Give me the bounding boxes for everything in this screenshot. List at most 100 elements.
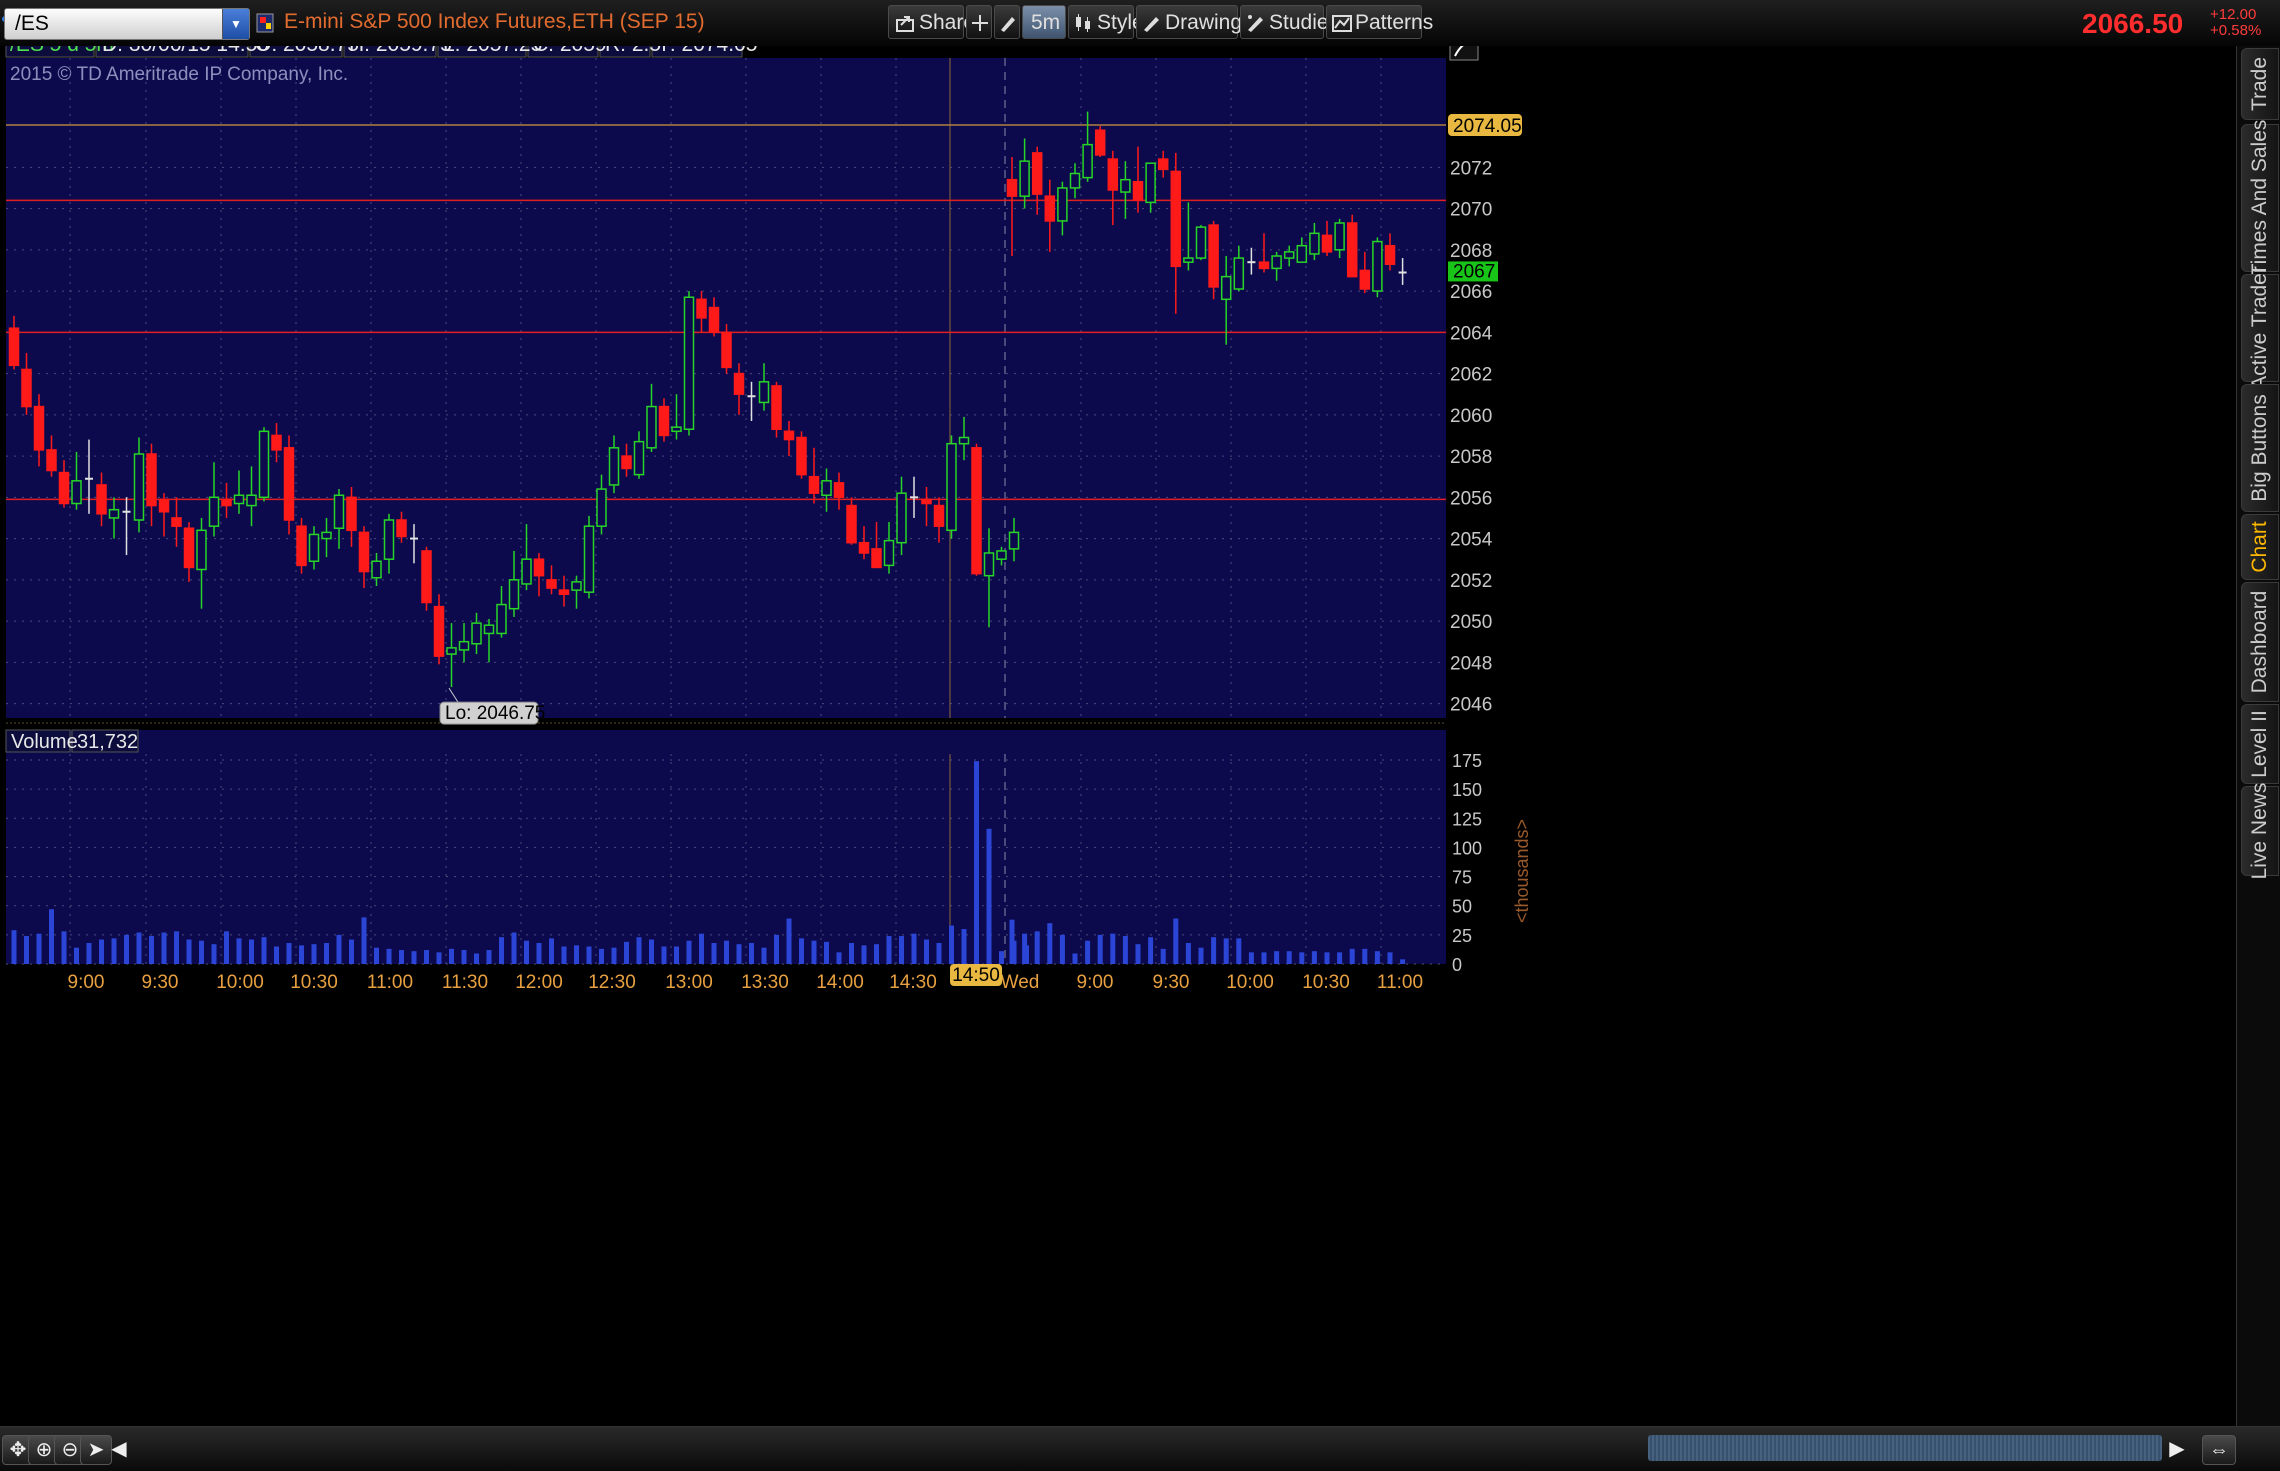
price-tick-label: 2068 <box>1450 241 1492 262</box>
candle-body-up <box>758 381 770 404</box>
candle-body-down <box>396 519 407 538</box>
candle-body-up <box>133 453 145 521</box>
scroll-left-button[interactable]: ◀ <box>108 1435 130 1463</box>
chart-area[interactable]: 2046 2048 2050 2052 2054 2056 2058 2060 2062 2064… <box>0 46 2236 1426</box>
volume-bar <box>461 950 467 964</box>
volume-bar <box>649 939 654 964</box>
studies-button[interactable]: Studies <box>1240 5 1339 39</box>
volume-bar <box>211 944 217 964</box>
candle-body-down <box>146 453 157 507</box>
candle-body-up <box>1220 275 1232 301</box>
time-tick-label: 12:30 <box>588 972 636 993</box>
candle-body-down <box>558 589 570 595</box>
volume-bar <box>1047 923 1053 964</box>
candle-body-down <box>1346 222 1358 278</box>
volume-bar <box>974 761 979 964</box>
tab-trade[interactable]: Trade <box>2241 48 2279 120</box>
candle-body-down <box>433 605 445 657</box>
candle-body-down <box>1170 170 1182 268</box>
candle-body-up <box>596 488 607 527</box>
move-icon: ✥ <box>9 1439 27 1461</box>
volume-bar <box>1236 938 1242 964</box>
tab-times-and-sales[interactable]: Times And Sales <box>2241 120 2279 276</box>
style-button[interactable]: Style <box>1068 5 1144 39</box>
candle-body-down <box>971 447 982 575</box>
crosshair-tool-button[interactable] <box>966 5 992 39</box>
volume-bar <box>324 943 329 964</box>
time-tick-label: 9:00 <box>1077 972 1114 993</box>
horizontal-scrollbar[interactable] <box>1648 1435 2162 1461</box>
tab-chart[interactable]: Chart <box>2241 514 2279 580</box>
studies-icon <box>1248 15 1263 32</box>
candle-body-up <box>1057 187 1068 222</box>
volume-bar <box>286 943 292 964</box>
volume-bar <box>86 943 92 964</box>
candle-body-up <box>196 529 207 571</box>
candle-body-down <box>771 385 782 430</box>
info-range: R: 2.5 <box>605 46 661 56</box>
volume-bar <box>986 828 992 964</box>
drawings-pencil-icon <box>1144 17 1159 32</box>
candle-body-up <box>258 430 270 499</box>
volume-bar <box>586 946 592 964</box>
tab-big-buttons[interactable]: Big Buttons <box>2241 384 2279 512</box>
time-tick-label: 10:30 <box>290 972 338 993</box>
candle-body-up <box>71 480 82 505</box>
volume-bar <box>1148 937 1154 964</box>
volume-bar <box>799 938 804 964</box>
time-tick-label: 12:00 <box>515 972 563 993</box>
patterns-button[interactable]: Patterns <box>1326 5 1433 39</box>
interval-5m-button[interactable]: 5m <box>1022 5 1066 39</box>
time-tick-label: 11:00 <box>1377 972 1423 993</box>
price-tick-label: 2052 <box>1450 571 1492 592</box>
candle-body-up <box>1008 531 1020 550</box>
candle-body-up <box>333 494 345 529</box>
volume-bar <box>624 941 629 964</box>
candle-body-up <box>583 525 595 593</box>
tab-dashboard[interactable]: Dashboard <box>2241 582 2279 702</box>
price-tick-label: 2062 <box>1450 365 1492 386</box>
candle-body-down <box>1031 152 1043 195</box>
net-change-percent: +0.58% <box>2210 22 2262 39</box>
tab-label: Level II <box>2248 710 2271 778</box>
volume-bar <box>336 934 342 964</box>
candle-body-up <box>1334 222 1345 251</box>
tab-level-ii[interactable]: Level II <box>2241 704 2279 784</box>
volume-bar <box>549 938 554 964</box>
symbol-description: E-mini S&P 500 Index Futures,ETH (SEP 15… <box>284 10 705 33</box>
volume-bar <box>11 930 17 964</box>
volume-bar <box>961 929 967 964</box>
volume-bar <box>1072 953 1078 964</box>
drawing-tool-button[interactable] <box>994 5 1020 39</box>
share-button[interactable]: Share <box>888 5 975 39</box>
expand-chart-button[interactable]: ⇔ <box>2202 1435 2236 1465</box>
chevron-right-icon: ▶ <box>2169 1438 2185 1460</box>
candle-body-up <box>1372 240 1383 292</box>
volume-bar <box>386 948 392 964</box>
scroll-right-button[interactable]: ▶ <box>2166 1435 2188 1463</box>
volume-bar <box>1223 938 1229 964</box>
drawings-button[interactable]: Drawings <box>1136 5 1253 39</box>
volume-bar <box>1173 918 1179 964</box>
candle-body-down <box>1258 261 1270 270</box>
candle <box>971 443 982 576</box>
chart-canvas[interactable]: 2046 2048 2050 2052 2054 2056 2058 2060 2062 2064… <box>0 46 2236 1426</box>
volume-bar <box>236 938 242 964</box>
volume-bar <box>536 943 542 964</box>
tab-active-trader[interactable]: Active Trader <box>2241 266 2279 390</box>
volume-bar <box>849 943 854 964</box>
volume-bar <box>636 937 642 964</box>
symbol-dropdown-button[interactable]: ▼ <box>222 9 249 39</box>
volume-bar <box>1311 951 1317 964</box>
tab-live-news[interactable]: Live News <box>2241 783 2279 879</box>
volume-bar <box>436 952 442 964</box>
study-toggle-button[interactable] <box>1449 46 1479 61</box>
candle-body-up <box>483 624 495 635</box>
candle-body-up <box>471 622 482 645</box>
candle-body-up <box>608 447 620 486</box>
symbol-input[interactable]: /ES ▼ <box>4 8 250 40</box>
volume-bar <box>999 951 1004 964</box>
candle-body-up <box>1019 160 1030 197</box>
volume-bar <box>1097 934 1103 964</box>
candle-body-down <box>1132 181 1144 202</box>
